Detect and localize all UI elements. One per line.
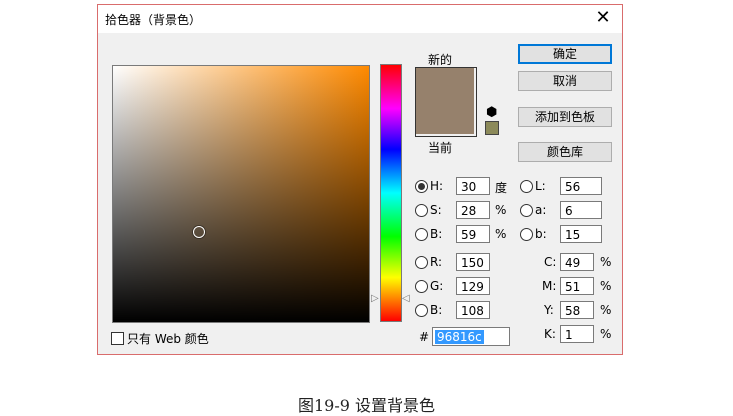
red-input[interactable]: 150 [456, 253, 490, 271]
label-blue: B: [430, 303, 443, 317]
unit-hue: 度 [495, 181, 508, 195]
hex-input[interactable]: 96816c [432, 327, 510, 346]
web-safe-swatch[interactable] [485, 121, 499, 135]
ok-button[interactable]: 确定 [518, 44, 612, 64]
label-lab-l: L: [535, 179, 546, 193]
saturation-input[interactable]: 28 [456, 201, 490, 219]
current-color-label: 当前 [428, 141, 453, 155]
new-color-swatch [416, 68, 474, 134]
cyan-input[interactable]: 49 [560, 253, 594, 271]
web-colors-only-checkbox[interactable] [111, 332, 124, 345]
yellow-input[interactable]: 58 [560, 301, 594, 319]
unit-magenta: % [600, 279, 612, 293]
window-title: 拾色器（背景色） [105, 13, 202, 27]
color-preview [415, 67, 477, 137]
close-icon[interactable]: ✕ [594, 8, 612, 28]
unit-brightness: % [495, 227, 507, 241]
blue-input[interactable]: 108 [456, 301, 490, 319]
label-lab-b: b: [535, 227, 547, 241]
radio-hue[interactable] [415, 180, 428, 193]
radio-brightness[interactable] [415, 228, 428, 241]
title-bar: 拾色器（背景色） ✕ [98, 5, 622, 33]
saturation-brightness-field[interactable] [112, 65, 370, 323]
green-input[interactable]: 129 [456, 277, 490, 295]
label-red: R: [430, 255, 443, 269]
lab-b-input[interactable]: 15 [560, 225, 602, 243]
hue-slider-left-arrow-icon[interactable]: ▷ [371, 293, 379, 304]
label-yellow: Y: [544, 303, 554, 317]
label-lab-a: a: [535, 203, 547, 217]
hex-prefix: # [419, 330, 430, 344]
unit-saturation: % [495, 203, 507, 217]
magenta-input[interactable]: 51 [560, 277, 594, 295]
label-brightness: B: [430, 227, 443, 241]
radio-green[interactable] [415, 280, 428, 293]
cancel-button[interactable]: 取消 [518, 71, 612, 91]
black-input[interactable]: 1 [560, 325, 594, 343]
cube-icon[interactable]: ⬢ [486, 105, 497, 120]
radio-lab-a[interactable] [520, 204, 533, 217]
figure-caption: 图19-9 设置背景色 [297, 396, 436, 415]
new-color-label: 新的 [428, 53, 453, 67]
radio-lab-b[interactable] [520, 228, 533, 241]
label-saturation: S: [430, 203, 442, 217]
unit-yellow: % [600, 303, 612, 317]
hue-slider-right-arrow-icon[interactable]: ◁ [402, 293, 410, 304]
radio-saturation[interactable] [415, 204, 428, 217]
color-picker-marker-icon[interactable] [193, 226, 205, 238]
lab-l-input[interactable]: 56 [560, 177, 602, 195]
radio-lab-l[interactable] [520, 180, 533, 193]
lab-a-input[interactable]: 6 [560, 201, 602, 219]
color-libraries-button[interactable]: 颜色库 [518, 142, 612, 162]
label-black: K: [544, 327, 556, 341]
color-picker-dialog: 拾色器（背景色） ✕ ▷ ◁ 新的 当前 ⬢ 确定 取消 添加到色板 颜色库 H… [97, 4, 623, 355]
hue-slider[interactable] [380, 64, 402, 322]
radio-red[interactable] [415, 256, 428, 269]
hue-input[interactable]: 30 [456, 177, 490, 195]
web-colors-only-label: 只有 Web 颜色 [127, 332, 209, 346]
unit-black: % [600, 327, 612, 341]
hex-value: 96816c [435, 330, 484, 344]
add-to-swatches-button[interactable]: 添加到色板 [518, 107, 612, 127]
label-cyan: C: [544, 255, 557, 269]
label-green: G: [430, 279, 444, 293]
label-hue: H: [430, 179, 444, 193]
brightness-input[interactable]: 59 [456, 225, 490, 243]
unit-cyan: % [600, 255, 612, 269]
radio-blue[interactable] [415, 304, 428, 317]
label-magenta: M: [542, 279, 557, 293]
